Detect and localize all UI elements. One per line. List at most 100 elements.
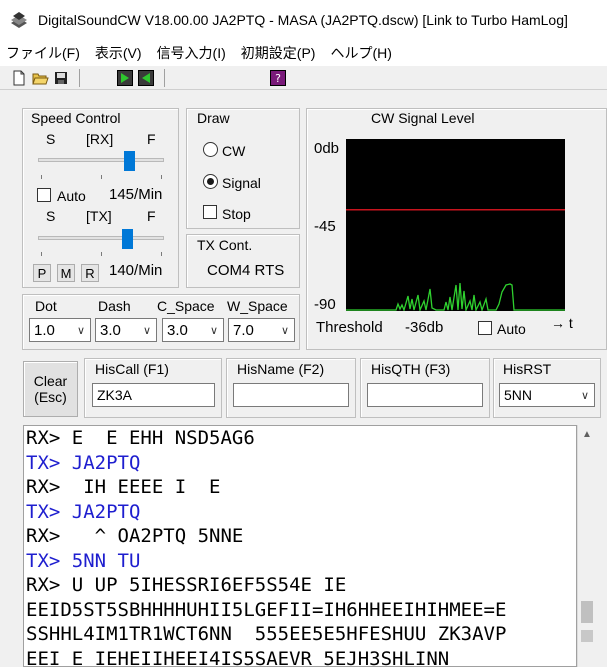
c-space-select[interactable]: 3.0 ∨ bbox=[162, 318, 224, 342]
clear-shortcut-label: (Esc) bbox=[34, 389, 67, 405]
time-axis-label: → t bbox=[551, 315, 573, 331]
hisrst-value: 5NN bbox=[504, 387, 533, 403]
tx-speed-value: 140/Min bbox=[109, 262, 163, 279]
log-scrollbar[interactable]: ▲ bbox=[577, 425, 596, 667]
tx-speed-slider-thumb[interactable] bbox=[121, 229, 133, 249]
app-icon bbox=[11, 12, 27, 28]
rx-auto-label: Auto bbox=[57, 188, 86, 204]
dot-label: Dot bbox=[35, 298, 57, 314]
toolbar-separator bbox=[79, 68, 80, 87]
toolbar: ? bbox=[0, 66, 607, 90]
speed-control-legend: Speed Control bbox=[31, 110, 121, 126]
dot-value: 1.0 bbox=[34, 321, 55, 339]
rx-fast-label: F bbox=[147, 131, 156, 147]
dot-select[interactable]: 1.0 ∨ bbox=[29, 318, 91, 342]
log-line: EEI E IEHEIIHEEI4IS5SAEVR 5EJH3SHLINN bbox=[26, 647, 450, 667]
svg-text:?: ? bbox=[275, 72, 281, 85]
tx-speed-slider[interactable] bbox=[38, 236, 164, 240]
new-file-icon[interactable] bbox=[10, 69, 28, 87]
threshold-auto-label: Auto bbox=[497, 321, 526, 337]
tx-slow-label: S bbox=[46, 208, 56, 224]
menu-view[interactable]: 表示(V) bbox=[95, 43, 142, 63]
rx-tx-log[interactable]: RX> E E EHH NSD5AG6 TX> JA2PTQ RX> IH EE… bbox=[23, 425, 577, 667]
log-line: TX> JA2PTQ bbox=[26, 500, 141, 523]
log-line: SSHHL4IM1TR1WCT6NN 555EE5E5HFESHUU ZK3AV… bbox=[26, 623, 507, 645]
play-forward-icon[interactable] bbox=[116, 69, 134, 87]
chevron-down-icon: ∨ bbox=[280, 325, 289, 337]
axis-0db-label: 0db bbox=[314, 140, 340, 157]
rx-slider-ticks bbox=[38, 175, 164, 179]
chevron-down-icon: ∨ bbox=[76, 325, 85, 337]
tx-label: [TX] bbox=[86, 208, 112, 224]
chevron-down-icon: ∨ bbox=[142, 325, 151, 337]
rx-speed-value: 145/Min bbox=[109, 186, 163, 203]
c-space-label: C_Space bbox=[157, 298, 215, 314]
threshold-auto-checkbox[interactable] bbox=[478, 321, 492, 335]
clear-label: Clear bbox=[33, 373, 68, 389]
draw-signal-radio[interactable] bbox=[203, 174, 218, 189]
log-line: TX> JA2PTQ bbox=[26, 451, 141, 474]
menu-signal-input[interactable]: 信号入力(I) bbox=[157, 43, 226, 63]
axis-45-label: -45 bbox=[314, 218, 336, 235]
scrollbar-thumb[interactable] bbox=[581, 601, 593, 623]
hiscall-value: ZK3A bbox=[97, 387, 133, 403]
threshold-label: Threshold bbox=[316, 319, 383, 336]
rx-slow-label: S bbox=[46, 131, 56, 147]
dash-select[interactable]: 3.0 ∨ bbox=[95, 318, 157, 342]
draw-stop-checkbox[interactable] bbox=[203, 205, 217, 219]
hisname-label: HisName (F2) bbox=[237, 361, 325, 377]
tx-cont-value: COM4 RTS bbox=[207, 262, 285, 279]
open-folder-icon[interactable] bbox=[31, 69, 49, 87]
w-space-value: 7.0 bbox=[233, 321, 254, 339]
scroll-up-icon[interactable]: ▲ bbox=[582, 429, 592, 440]
log-line: RX> U UP 5IHESSRI6EF5S54E IE bbox=[26, 574, 347, 596]
menu-settings[interactable]: 初期設定(P) bbox=[241, 43, 316, 63]
draw-cw-label: CW bbox=[222, 143, 246, 159]
w-space-label: W_Space bbox=[227, 298, 288, 314]
draw-legend: Draw bbox=[197, 110, 230, 126]
signal-trace bbox=[346, 282, 565, 313]
play-back-icon[interactable] bbox=[137, 69, 155, 87]
signal-level-plot bbox=[346, 209, 565, 313]
tx-slider-ticks bbox=[38, 252, 164, 256]
w-space-select[interactable]: 7.0 ∨ bbox=[228, 318, 295, 342]
hisrst-select[interactable]: 5NN ∨ bbox=[499, 383, 595, 407]
log-line: RX> ^ OA2PTQ 5NNE bbox=[26, 525, 244, 547]
draw-cw-radio[interactable] bbox=[203, 142, 218, 157]
signal-level-scope bbox=[346, 139, 565, 313]
clear-button[interactable]: Clear (Esc) bbox=[23, 361, 78, 417]
window-title: DigitalSoundCW V18.00.00 JA2PTQ - MASA (… bbox=[38, 12, 568, 28]
tx-fast-label: F bbox=[147, 208, 156, 224]
hisrst-label: HisRST bbox=[503, 361, 552, 377]
log-line: TX> 5NN TU bbox=[26, 549, 141, 572]
menu-file[interactable]: ファイル(F) bbox=[6, 43, 80, 63]
menu-bar: ファイル(F) 表示(V) 信号入力(I) 初期設定(P) ヘルプ(H) bbox=[0, 40, 607, 66]
hisname-input[interactable] bbox=[233, 383, 349, 407]
hiscall-input[interactable]: ZK3A bbox=[92, 383, 215, 407]
rx-speed-slider-thumb[interactable] bbox=[124, 151, 136, 171]
tx-cont-legend: TX Cont. bbox=[197, 237, 253, 253]
save-icon[interactable] bbox=[52, 69, 70, 87]
help-icon[interactable]: ? bbox=[269, 69, 287, 87]
log-line: RX> E E EHH NSD5AG6 bbox=[26, 427, 255, 449]
chevron-down-icon: ∨ bbox=[580, 390, 589, 402]
toolbar-separator bbox=[164, 68, 165, 87]
threshold-value: -36db bbox=[405, 319, 444, 336]
rx-speed-slider[interactable] bbox=[38, 158, 164, 162]
log-line: RX> IH EEEE I E bbox=[26, 476, 221, 498]
rx-auto-checkbox[interactable] bbox=[37, 188, 51, 202]
hisqth-label: HisQTH (F3) bbox=[371, 361, 451, 377]
c-space-value: 3.0 bbox=[167, 321, 188, 339]
m-button[interactable]: M bbox=[57, 264, 75, 282]
dash-value: 3.0 bbox=[100, 321, 121, 339]
draw-stop-label: Stop bbox=[222, 206, 251, 222]
p-button[interactable]: P bbox=[33, 264, 51, 282]
title-bar: DigitalSoundCW V18.00.00 JA2PTQ - MASA (… bbox=[0, 0, 607, 40]
rx-label: [RX] bbox=[86, 131, 114, 147]
cw-signal-level-legend: CW Signal Level bbox=[371, 110, 475, 126]
r-button[interactable]: R bbox=[81, 264, 99, 282]
menu-help[interactable]: ヘルプ(H) bbox=[330, 43, 391, 63]
dash-label: Dash bbox=[98, 298, 131, 314]
axis-90-label: -90 bbox=[314, 296, 336, 313]
hisqth-input[interactable] bbox=[367, 383, 483, 407]
